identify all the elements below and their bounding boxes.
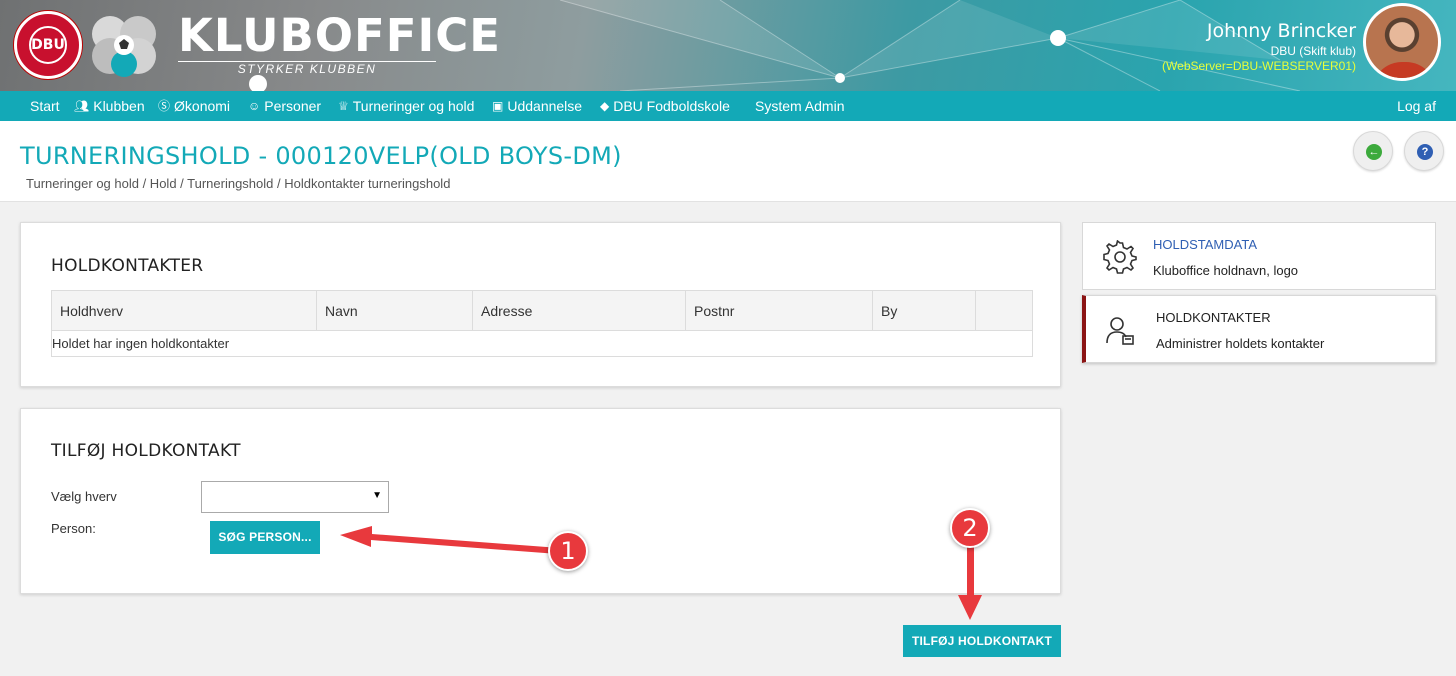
header-banner: DBU KLUBOFFICE STYRKER KLUBBEN Johnny Br… [0,0,1456,91]
nav-item-klubben[interactable]: 👥︎ Klubben [74,91,145,121]
contact-person-icon [1106,317,1134,345]
help-icon: ? [1417,144,1433,160]
annotation-badge-2: 2 [950,508,990,548]
server-label: (WebServer=DBU-WEBSERVER01) [1162,59,1356,73]
add-contact-submit-button[interactable]: TILFØJ HOLDKONTAKT [903,625,1061,657]
person-label: Person: [51,521,96,536]
empty-table-message: Holdet har ingen holdkontakter [51,330,1033,357]
nav-item-system-admin[interactable]: System Admin [755,91,844,121]
presentation-icon: ▣ [492,99,504,113]
column-header-by[interactable]: By [872,290,976,331]
table-row: Holdet har ingen holdkontakter [51,330,1033,357]
avatar[interactable] [1363,3,1441,81]
card-subtitle: Kluboffice holdnavn, logo [1153,263,1299,278]
user-name: Johnny Brincker [1206,20,1356,42]
logout-link[interactable]: Log af [1397,91,1436,121]
brand: KLUBOFFICE STYRKER KLUBBEN [178,12,501,76]
card-subtitle: Administrer holdets kontakter [1156,336,1325,351]
role-select[interactable]: ▼ [201,481,389,513]
page-title: TURNERINGSHOLD - 000120VELP(OLD BOYS-DM) [20,142,622,170]
main-nav: Start 👥︎ Klubben Ⓢ Økonomi ☺ Personer ♕ … [0,91,1456,121]
nav-item-fodboldskole[interactable]: ◆ DBU Fodboldskole [600,91,730,121]
contacts-table: Holdhverv Navn Adresse Postnr By Holdet … [51,290,1033,357]
add-contact-heading: TILFØJ HOLDKONTAKT [51,441,241,461]
help-button[interactable]: ? [1404,131,1444,171]
card-title: HOLDKONTAKTER [1156,310,1271,325]
back-button[interactable]: ← [1353,131,1393,171]
nav-item-personer[interactable]: ☺ Personer [248,91,321,121]
column-header-postnr[interactable]: Postnr [685,290,873,331]
dbu-logo: DBU [14,11,82,79]
contacts-panel: HOLDKONTAKTER Holdhverv Navn Adresse Pos… [20,222,1061,387]
person-icon: ☺ [248,99,261,113]
brand-title: KLUBOFFICE [178,9,502,62]
card-title: HOLDSTAMDATA [1153,237,1258,252]
back-arrow-icon: ← [1366,144,1382,160]
trophy-icon: ♕ [338,99,349,113]
nav-item-turneringer[interactable]: ♕ Turneringer og hold [338,91,474,121]
people-icon: 👥︎ [74,99,90,113]
page-heading: TURNERINGSHOLD - 000120VELP(OLD BOYS-DM)… [0,121,1456,202]
gear-icon [1103,240,1137,274]
role-label: Vælg hverv [51,489,117,504]
nav-item-start[interactable]: Start [30,91,60,121]
column-header-actions [975,290,1033,331]
switch-club-link[interactable]: DBU (Skift klub) [1162,44,1356,59]
money-icon: Ⓢ [158,99,171,113]
nav-item-uddannelse[interactable]: ▣ Uddannelse [492,91,582,121]
side-card-holdstamdata[interactable]: HOLDSTAMDATA Kluboffice holdnavn, logo [1082,222,1436,290]
side-card-holdkontakter[interactable]: HOLDKONTAKTER Administrer holdets kontak… [1082,295,1436,363]
dropdown-caret-icon: ▼ [372,490,382,501]
brand-tagline: STYRKER KLUBBEN [178,61,436,76]
contacts-heading: HOLDKONTAKTER [51,256,204,276]
kluboffice-logo [92,16,156,77]
annotation-badge-1: 1 [548,531,588,571]
column-header-adresse[interactable]: Adresse [472,290,686,331]
column-header-navn[interactable]: Navn [316,290,473,331]
table-header-row: Holdhverv Navn Adresse Postnr By [51,290,1033,331]
nav-item-okonomi[interactable]: Ⓢ Økonomi [158,91,230,121]
search-person-button[interactable]: SØG PERSON... [210,521,320,554]
add-contact-panel: TILFØJ HOLDKONTAKT Vælg hverv ▼ Person: … [20,408,1061,594]
breadcrumb[interactable]: Turneringer og hold / Hold / Turneringsh… [26,176,450,191]
graduation-cap-icon: ◆ [600,99,610,113]
column-header-holdhverv[interactable]: Holdhverv [51,290,317,331]
user-info: Johnny Brincker DBU (Skift klub) (WebSer… [1162,20,1356,74]
